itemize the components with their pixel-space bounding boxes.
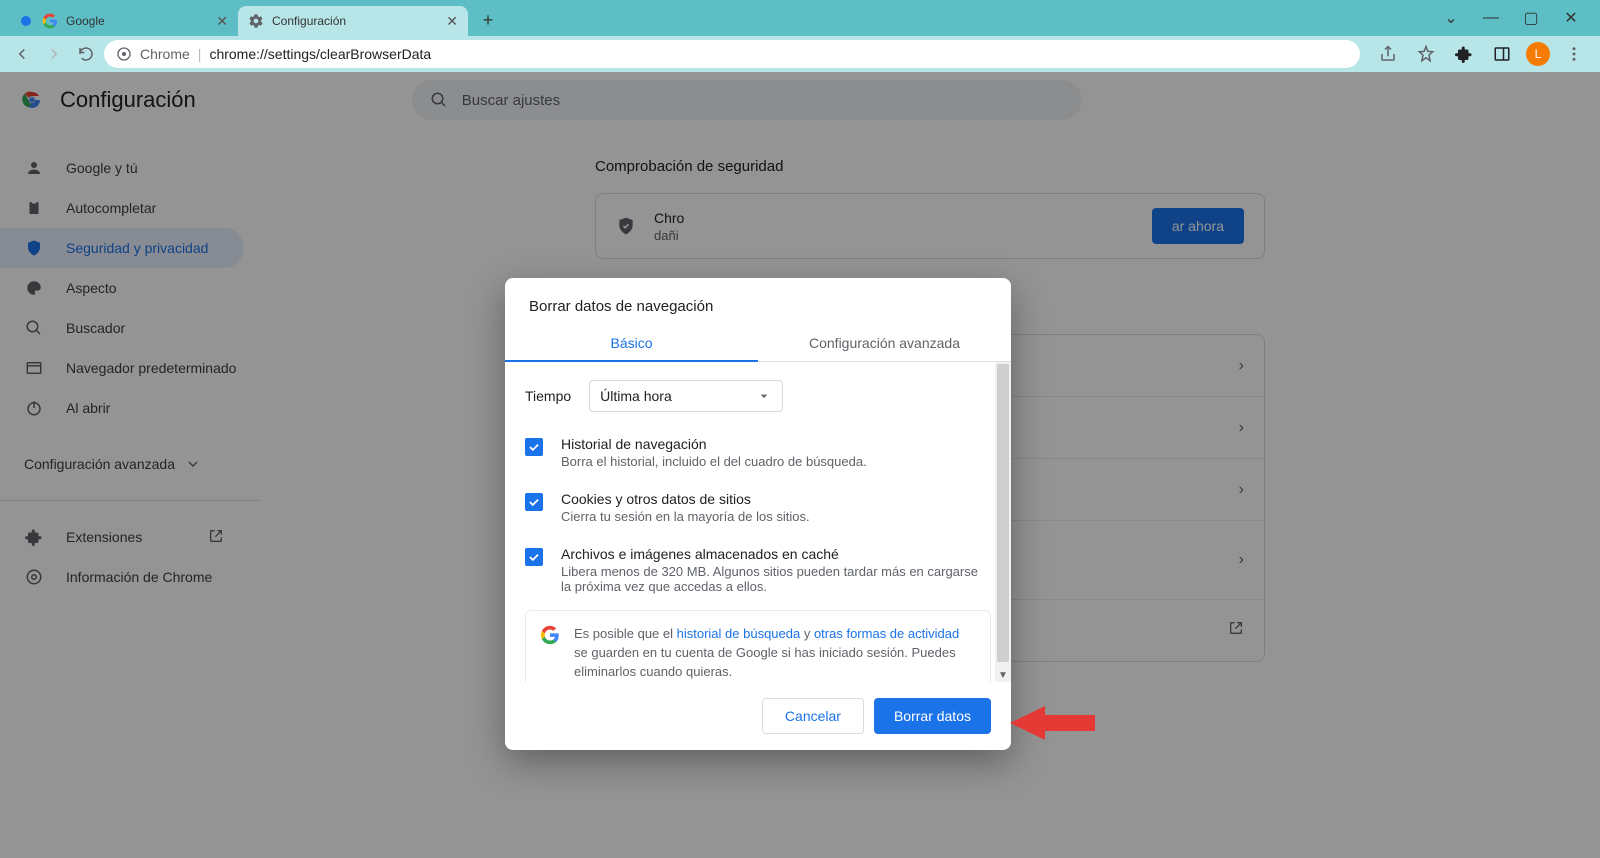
tab-google[interactable]: Google ✕ [8, 6, 238, 36]
other-activity-link[interactable]: otras formas de actividad [814, 626, 959, 641]
profile-avatar[interactable]: L [1526, 42, 1550, 66]
time-range-select[interactable]: Última hora [589, 380, 783, 412]
google-g-icon [540, 625, 560, 682]
dropdown-arrow-icon [756, 388, 772, 404]
tab-settings[interactable]: Configuración ✕ [238, 6, 468, 36]
forward-button[interactable] [40, 40, 68, 68]
url-prefix: Chrome [140, 46, 190, 62]
google-favicon-icon [42, 13, 58, 29]
gear-icon [248, 13, 264, 29]
checkbox-cookies[interactable] [525, 493, 543, 511]
address-bar[interactable]: Chrome | chrome://settings/clearBrowserD… [104, 40, 1360, 68]
toolbar: Chrome | chrome://settings/clearBrowserD… [0, 36, 1600, 72]
window-controls: ⌄ — ▢ ✕ [1436, 6, 1600, 36]
tab-basic[interactable]: Básico [505, 325, 758, 361]
clear-data-button[interactable]: Borrar datos [874, 698, 991, 734]
url-separator: | [198, 46, 202, 62]
clear-browsing-data-dialog: Borrar datos de navegación Básico Config… [505, 278, 1011, 750]
security-icon [116, 46, 132, 62]
close-icon[interactable]: ✕ [446, 13, 458, 30]
blue-dot-icon [18, 13, 34, 29]
close-icon[interactable]: ✕ [216, 13, 228, 30]
time-range-value: Última hora [600, 388, 672, 404]
cancel-button[interactable]: Cancelar [762, 698, 864, 734]
reload-button[interactable] [72, 40, 100, 68]
tabstrip: Google ✕ Configuración ✕ + ⌄ — ▢ ✕ [0, 0, 1600, 36]
google-account-info: Es posible que el historial de búsqueda … [525, 610, 991, 682]
maximize-button[interactable]: ▢ [1516, 6, 1546, 30]
kebab-menu-icon[interactable] [1560, 40, 1588, 68]
scroll-down-icon[interactable]: ▼ [995, 668, 1011, 682]
url-path: chrome://settings/clearBrowserData [209, 46, 431, 62]
dialog-scrollbar[interactable]: ▼ [995, 362, 1011, 682]
search-history-link[interactable]: historial de búsqueda [677, 626, 801, 641]
time-range-label: Tiempo [525, 388, 571, 404]
tab-label: Configuración [272, 14, 346, 28]
checkbox-cache[interactable] [525, 548, 543, 566]
minimize-button[interactable]: — [1476, 6, 1506, 30]
tab-advanced[interactable]: Configuración avanzada [758, 325, 1011, 361]
new-tab-button[interactable]: + [474, 6, 502, 34]
sidepanel-icon[interactable] [1488, 40, 1516, 68]
chevron-down-icon[interactable]: ⌄ [1436, 6, 1466, 30]
back-button[interactable] [8, 40, 36, 68]
close-window-button[interactable]: ✕ [1556, 6, 1586, 30]
tab-label: Google [66, 14, 105, 28]
scrollbar-thumb[interactable] [997, 364, 1009, 662]
checkbox-history[interactable] [525, 438, 543, 456]
bookmark-icon[interactable] [1412, 40, 1440, 68]
extensions-icon[interactable] [1450, 40, 1478, 68]
dialog-title: Borrar datos de navegación [505, 278, 1011, 325]
share-icon[interactable] [1374, 40, 1402, 68]
